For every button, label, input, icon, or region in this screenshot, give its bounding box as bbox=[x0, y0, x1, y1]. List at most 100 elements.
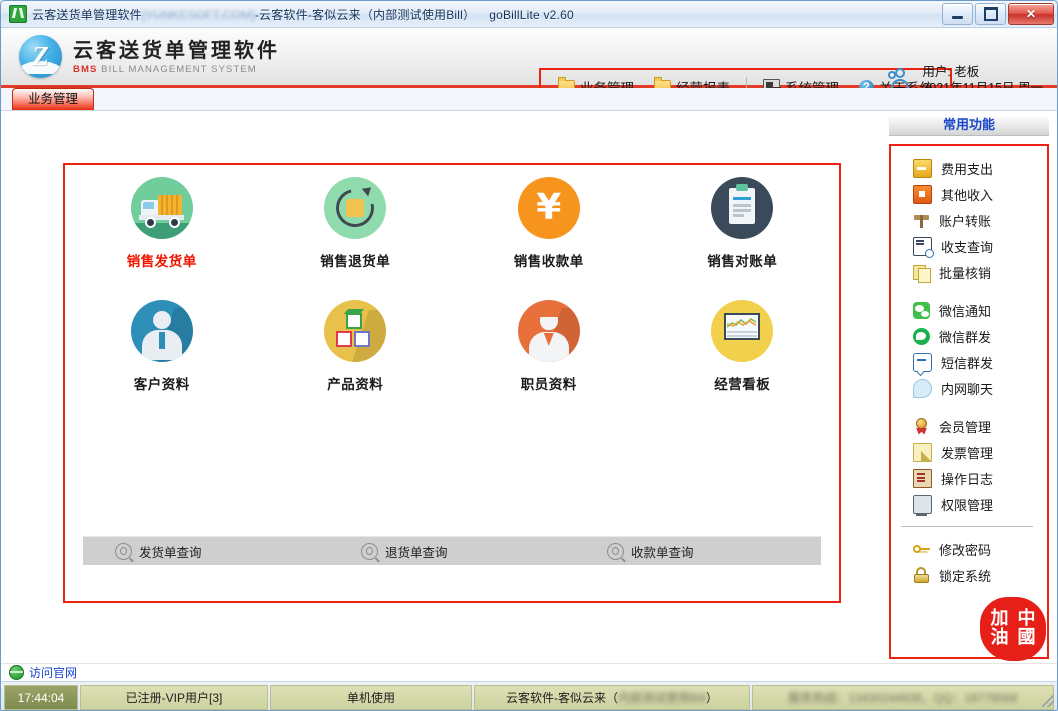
sidebar-item-label: 其他收入 bbox=[941, 187, 994, 203]
status-company-blurred: 内部测试使用Bill bbox=[617, 691, 706, 705]
sidebar-item-label: 批量核销 bbox=[939, 265, 992, 281]
logo-icon: Z bbox=[19, 35, 62, 78]
close-button[interactable]: ✕ bbox=[1008, 3, 1054, 25]
sidebar-item-label: 会员管理 bbox=[939, 419, 992, 435]
yen-symbol: ¥ bbox=[536, 187, 562, 228]
window-version: goBillLite v2.60 bbox=[489, 7, 574, 22]
yen-icon: ¥ bbox=[517, 177, 580, 239]
wechat-broadcast-icon bbox=[913, 327, 930, 345]
module-sales-receipt[interactable]: ¥ 销售收款单 bbox=[452, 177, 646, 270]
status-company-end: ） bbox=[706, 691, 719, 705]
lock-icon bbox=[913, 566, 930, 584]
magnifier-icon bbox=[361, 542, 378, 560]
magnifier-icon bbox=[115, 542, 132, 560]
app-icon bbox=[9, 5, 27, 23]
module-customers[interactable]: 客户资料 bbox=[65, 300, 259, 393]
transfer-icon bbox=[913, 212, 930, 229]
sidebar-item-wechat-notify[interactable]: 微信通知 bbox=[891, 297, 1047, 323]
module-sales-delivery[interactable]: 销售发货单 bbox=[65, 177, 259, 270]
module-sales-return[interactable]: 销售退货单 bbox=[259, 177, 453, 270]
status-contact-blurred: 服务热线：13430244938，QQ：18778568 bbox=[788, 691, 1018, 705]
sidebar-divider bbox=[901, 526, 1033, 527]
staff-icon bbox=[517, 300, 580, 362]
window-controls: ✕ bbox=[942, 3, 1054, 25]
window-title-prefix: 云客送货单管理软件 bbox=[32, 7, 142, 22]
sidebar-item-wechat-broadcast[interactable]: 微信群发 bbox=[891, 323, 1047, 349]
resize-grip[interactable] bbox=[1042, 695, 1054, 707]
sidebar-item-other-income[interactable]: 其他收入 bbox=[891, 181, 1047, 207]
maximize-button[interactable] bbox=[975, 3, 1006, 25]
query-delivery[interactable]: 发货单查询 bbox=[83, 542, 329, 561]
user-name: 用户: 老板 bbox=[922, 65, 980, 79]
footer-links: 访问官网 bbox=[1, 663, 1057, 681]
sidebar-item-label: 微信通知 bbox=[939, 303, 992, 319]
sidebar-item-sms[interactable]: 短信群发 bbox=[891, 349, 1047, 375]
sidebar-item-lock-system[interactable]: 锁定系统 bbox=[891, 562, 1047, 588]
sidebar-item-operation-log[interactable]: 操作日志 bbox=[891, 465, 1047, 491]
window-title: 云客送货单管理软件[YUNKESOFT.COM]-云客软件-客似云来（内部测试使… bbox=[32, 6, 574, 23]
sidebar-item-transfer[interactable]: 账户转账 bbox=[891, 207, 1047, 233]
vip-medal-icon bbox=[913, 417, 930, 435]
app-header: Z 云客送货单管理软件 BMS BILL MANAGEMENT SYSTEM 业… bbox=[1, 28, 1057, 106]
status-registration: 已注册-VIP用户[3] bbox=[80, 685, 268, 710]
brand-text: 云客送货单管理软件 BMS BILL MANAGEMENT SYSTEM bbox=[73, 39, 280, 75]
sidebar-item-change-password[interactable]: 修改密码 bbox=[891, 536, 1047, 562]
sidebar-item-member[interactable]: 会员管理 bbox=[891, 413, 1047, 439]
sidebar-item-balance-query[interactable]: 收支查询 bbox=[891, 233, 1047, 259]
minimize-button[interactable] bbox=[942, 3, 973, 25]
status-contact: 服务热线：13430244938，QQ：18778568 bbox=[752, 685, 1054, 710]
module-label: 经营看板 bbox=[714, 377, 771, 392]
query-label: 发货单查询 bbox=[139, 545, 202, 560]
query-label: 收款单查询 bbox=[631, 545, 694, 560]
product-icon bbox=[324, 300, 387, 362]
window-title-blurred: [YUNKESOFT.COM] bbox=[141, 7, 255, 22]
title-bar: 云客送货单管理软件[YUNKESOFT.COM]-云客软件-客似云来（内部测试使… bbox=[1, 1, 1057, 28]
avatar-head bbox=[895, 68, 906, 78]
sidebar-item-permission[interactable]: 权限管理 bbox=[891, 491, 1047, 517]
visit-website-link[interactable]: 访问官网 bbox=[29, 664, 77, 681]
sidebar-item-invoice[interactable]: 发票管理 bbox=[891, 439, 1047, 465]
brand-subtitle: BMS BILL MANAGEMENT SYSTEM bbox=[73, 64, 280, 75]
module-label: 销售对账单 bbox=[707, 254, 778, 269]
tab-business[interactable]: 业务管理 bbox=[12, 88, 94, 110]
query-receipt[interactable]: 收款单查询 bbox=[575, 542, 821, 561]
module-label: 产品资料 bbox=[327, 377, 384, 392]
module-products[interactable]: 产品资料 bbox=[259, 300, 453, 393]
module-staff[interactable]: 职员资料 bbox=[452, 300, 646, 393]
sidebar-item-label: 账户转账 bbox=[939, 213, 992, 229]
sidebar-item-intranet-chat[interactable]: 内网聊天 bbox=[891, 375, 1047, 401]
chat-bubble-icon bbox=[913, 378, 932, 398]
module-dashboard[interactable]: 经营看板 bbox=[646, 300, 840, 393]
module-label: 职员资料 bbox=[520, 377, 577, 392]
status-bar: 17:44:04 已注册-VIP用户[3] 单机使用 云客软件-客似云来（ 内部测… bbox=[1, 681, 1057, 710]
sidebar-item-expense[interactable]: 费用支出 bbox=[891, 155, 1047, 181]
sidebar-item-label: 操作日志 bbox=[941, 471, 994, 487]
module-label: 销售退货单 bbox=[320, 254, 391, 269]
balance-query-icon bbox=[913, 236, 934, 258]
wechat-notify-icon bbox=[913, 301, 930, 319]
return-icon bbox=[324, 177, 387, 239]
brand-subtitle-bold: BMS bbox=[73, 63, 98, 75]
query-return[interactable]: 退货单查询 bbox=[329, 542, 575, 561]
module-sales-statement[interactable]: 销售对账单 bbox=[646, 177, 840, 270]
sidebar-item-label: 锁定系统 bbox=[939, 568, 992, 584]
status-company-text: 云客软件-客似云来（ bbox=[505, 691, 618, 705]
module-label: 销售收款单 bbox=[513, 254, 584, 269]
brand-title: 云客送货单管理软件 bbox=[73, 39, 280, 62]
sidebar: 常用功能 费用支出 其他收入 账户转账 收支查询 批量核销 微信通知 微信群发 … bbox=[889, 115, 1049, 662]
batch-write-off-icon bbox=[913, 264, 931, 283]
maximize-icon bbox=[983, 7, 998, 21]
sidebar-item-label: 收支查询 bbox=[941, 239, 994, 255]
logo-letter: Z bbox=[32, 41, 49, 71]
sidebar-item-batch-writeoff[interactable]: 批量核销 bbox=[891, 259, 1047, 285]
magnifier-icon bbox=[607, 542, 624, 560]
china-seal-stamp: 加 中 油 國 bbox=[980, 597, 1046, 661]
sidebar-body: 费用支出 其他收入 账户转账 收支查询 批量核销 微信通知 微信群发 短信群发 … bbox=[889, 144, 1049, 659]
key-icon bbox=[913, 541, 930, 558]
module-label: 销售发货单 bbox=[126, 254, 197, 269]
sidebar-item-label: 修改密码 bbox=[939, 542, 992, 558]
status-mode: 单机使用 bbox=[270, 685, 472, 710]
module-grid: 销售发货单 销售退货单 ¥ 销售收款单 销售对账单 客户资料 产品资料 职员资料… bbox=[65, 177, 839, 393]
